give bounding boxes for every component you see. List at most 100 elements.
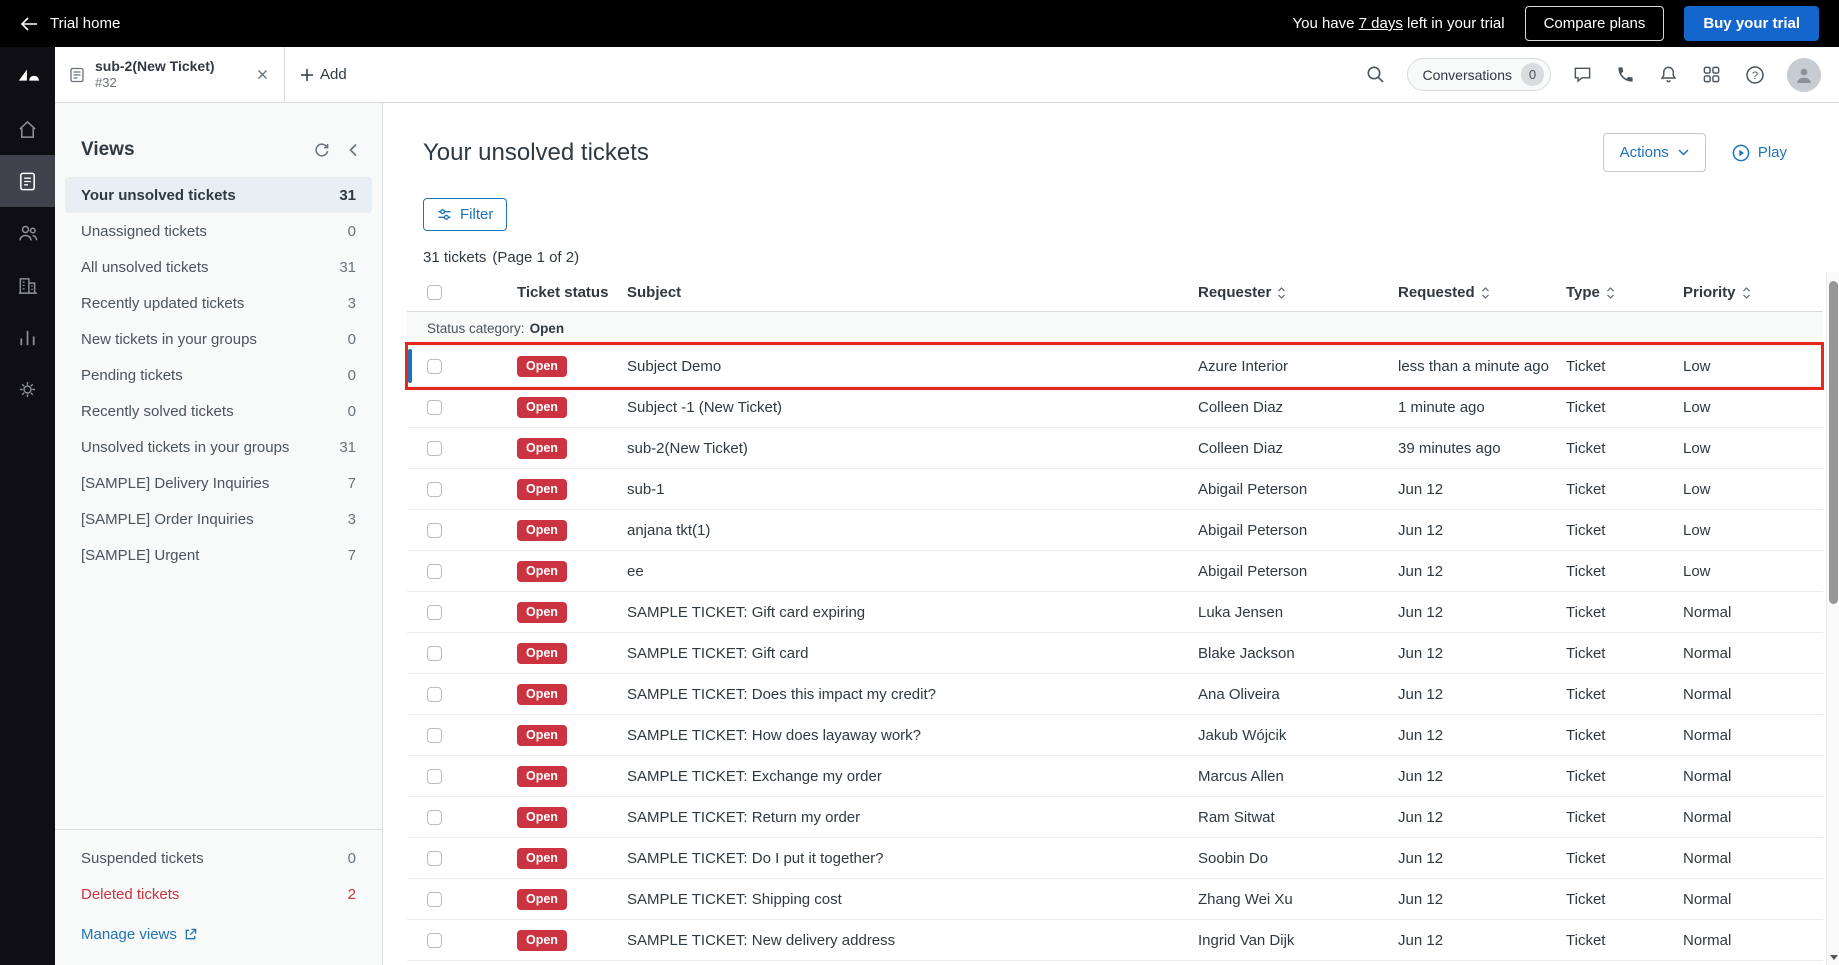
view-item[interactable]: [SAMPLE] Order Inquiries 3 — [65, 501, 372, 537]
view-item[interactable]: [SAMPLE] Delivery Inquiries 7 — [65, 465, 372, 501]
view-item[interactable]: Your unsolved tickets 31 — [65, 177, 372, 213]
row-checkbox[interactable] — [427, 728, 442, 743]
ticket-subject[interactable]: SAMPLE TICKET: Does this impact my credi… — [627, 674, 1198, 715]
row-checkbox[interactable] — [427, 933, 442, 948]
ticket-subject[interactable]: SAMPLE TICKET: New delivery address — [627, 920, 1198, 961]
rail-views-icon[interactable] — [0, 155, 55, 207]
row-checkbox[interactable] — [427, 605, 442, 620]
ticket-subject[interactable]: SAMPLE TICKET: Gift card expiring — [627, 592, 1198, 633]
table-row[interactable]: Open SAMPLE TICKET: How does layaway wor… — [407, 715, 1823, 756]
table-row[interactable]: Open Subject -1 (New Ticket) Colleen Dia… — [407, 387, 1823, 428]
phone-icon[interactable] — [1614, 63, 1637, 86]
ticket-subject[interactable]: SAMPLE TICKET: Return my order — [627, 797, 1198, 838]
row-checkbox[interactable] — [427, 769, 442, 784]
add-tab-button[interactable]: Add — [285, 47, 363, 102]
table-row[interactable]: Open SAMPLE TICKET: Gift card expiring L… — [407, 592, 1823, 633]
help-icon[interactable]: ? — [1743, 63, 1767, 87]
column-requested[interactable]: Requested — [1398, 284, 1566, 301]
chat-icon[interactable] — [1571, 63, 1594, 86]
user-avatar[interactable] — [1787, 58, 1821, 92]
table-row[interactable]: Open Subject Demo Azure Interior less th… — [407, 346, 1823, 387]
refresh-views-icon[interactable] — [312, 140, 332, 160]
ticket-subject[interactable]: SAMPLE TICKET: Shipping cost — [627, 879, 1198, 920]
ticket-subject[interactable]: anjana tkt(1) — [627, 510, 1198, 551]
view-item[interactable]: Unassigned tickets 0 — [65, 213, 372, 249]
table-row[interactable]: Open SAMPLE TICKET: Return my order Ram … — [407, 797, 1823, 838]
compare-plans-button[interactable]: Compare plans — [1525, 6, 1665, 41]
row-checkbox[interactable] — [427, 646, 442, 661]
table-header-row: Ticket status Subject Requester Requeste… — [407, 274, 1823, 312]
ticket-subject[interactable]: SAMPLE TICKET: Do I put it together? — [627, 838, 1198, 879]
row-checkbox[interactable] — [427, 400, 442, 415]
column-priority[interactable]: Priority — [1683, 284, 1823, 301]
play-button[interactable]: Play — [1732, 144, 1787, 162]
rail-home-icon[interactable] — [0, 103, 55, 155]
column-type[interactable]: Type — [1566, 284, 1683, 301]
row-checkbox-cell — [407, 933, 517, 948]
filter-button[interactable]: Filter — [423, 198, 507, 231]
table-row[interactable]: Open sub-2(New Ticket) Colleen Diaz 39 m… — [407, 428, 1823, 469]
row-checkbox[interactable] — [427, 851, 442, 866]
rail-reporting-icon[interactable] — [0, 311, 55, 363]
row-checkbox[interactable] — [427, 359, 442, 374]
table-row[interactable]: Open SAMPLE TICKET: New delivery address… — [407, 920, 1823, 961]
view-item[interactable]: [SAMPLE] Urgent 7 — [65, 537, 372, 573]
row-checkbox[interactable] — [427, 687, 442, 702]
column-requester[interactable]: Requester — [1198, 284, 1398, 301]
table-row[interactable]: Open SAMPLE TICKET: Do I put it together… — [407, 838, 1823, 879]
ticket-subject[interactable]: ee — [627, 551, 1198, 592]
view-item[interactable]: New tickets in your groups 0 — [65, 321, 372, 357]
zendesk-logo — [0, 47, 55, 103]
ticket-subject[interactable]: SAMPLE TICKET: How does layaway work? — [627, 715, 1198, 756]
views-list: Your unsolved tickets 31 Unassigned tick… — [55, 175, 382, 573]
scrollbar-down-button[interactable] — [1827, 950, 1839, 965]
rail-admin-gear-icon[interactable] — [0, 363, 55, 415]
table-row[interactable]: Open ee Abigail Peterson Jun 12 Ticket L… — [407, 551, 1823, 592]
table-row[interactable]: Open anjana tkt(1) Abigail Peterson Jun … — [407, 510, 1823, 551]
ticket-subject[interactable]: sub-1 — [627, 469, 1198, 510]
rail-organizations-icon[interactable] — [0, 259, 55, 311]
ticket-requester: Blake Jackson — [1198, 645, 1398, 662]
table-row[interactable]: Open SAMPLE TICKET: Gift card Blake Jack… — [407, 633, 1823, 674]
ticket-type: Ticket — [1566, 932, 1683, 949]
view-item[interactable]: Recently updated tickets 3 — [65, 285, 372, 321]
ticket-requester: Abigail Peterson — [1198, 563, 1398, 580]
rail-customers-icon[interactable] — [0, 207, 55, 259]
view-item[interactable]: Suspended tickets 0 — [65, 840, 372, 876]
view-item[interactable]: Unsolved tickets in your groups 31 — [65, 429, 372, 465]
scrollbar-thumb[interactable] — [1829, 281, 1838, 604]
ticket-subject[interactable]: Subject -1 (New Ticket) — [627, 387, 1198, 428]
collapse-views-icon[interactable] — [346, 141, 360, 159]
row-checkbox[interactable] — [427, 810, 442, 825]
ticket-subject[interactable]: sub-2(New Ticket) — [627, 428, 1198, 469]
tab-close-icon[interactable] — [253, 65, 272, 84]
row-checkbox[interactable] — [427, 441, 442, 456]
ticket-tab[interactable]: sub-2(New Ticket) #32 — [55, 47, 285, 102]
row-checkbox[interactable] — [427, 523, 442, 538]
notifications-bell-icon[interactable] — [1657, 63, 1680, 86]
view-item[interactable]: Recently solved tickets 0 — [65, 393, 372, 429]
ticket-priority: Low — [1683, 399, 1823, 416]
ticket-subject[interactable]: Subject Demo — [627, 346, 1198, 387]
buy-trial-button[interactable]: Buy your trial — [1684, 6, 1819, 41]
manage-views-link[interactable]: Manage views — [55, 912, 382, 965]
ticket-subject[interactable]: SAMPLE TICKET: Exchange my order — [627, 756, 1198, 797]
view-item[interactable]: Deleted tickets 2 — [65, 876, 372, 912]
search-icon[interactable] — [1364, 63, 1387, 86]
row-checkbox[interactable] — [427, 564, 442, 579]
conversations-button[interactable]: Conversations 0 — [1407, 58, 1552, 91]
select-all-checkbox[interactable] — [427, 285, 442, 300]
ticket-requested: Jun 12 — [1398, 850, 1566, 867]
table-row[interactable]: Open SAMPLE TICKET: Does this impact my … — [407, 674, 1823, 715]
actions-button[interactable]: Actions — [1603, 133, 1706, 172]
trial-home-link[interactable]: Trial home — [20, 15, 120, 32]
row-checkbox[interactable] — [427, 892, 442, 907]
view-item[interactable]: Pending tickets 0 — [65, 357, 372, 393]
apps-grid-icon[interactable] — [1700, 63, 1723, 86]
table-row[interactable]: Open SAMPLE TICKET: Shipping cost Zhang … — [407, 879, 1823, 920]
view-item[interactable]: All unsolved tickets 31 — [65, 249, 372, 285]
table-row[interactable]: Open sub-1 Abigail Peterson Jun 12 Ticke… — [407, 469, 1823, 510]
table-row[interactable]: Open SAMPLE TICKET: Exchange my order Ma… — [407, 756, 1823, 797]
ticket-subject[interactable]: SAMPLE TICKET: Gift card — [627, 633, 1198, 674]
row-checkbox[interactable] — [427, 482, 442, 497]
